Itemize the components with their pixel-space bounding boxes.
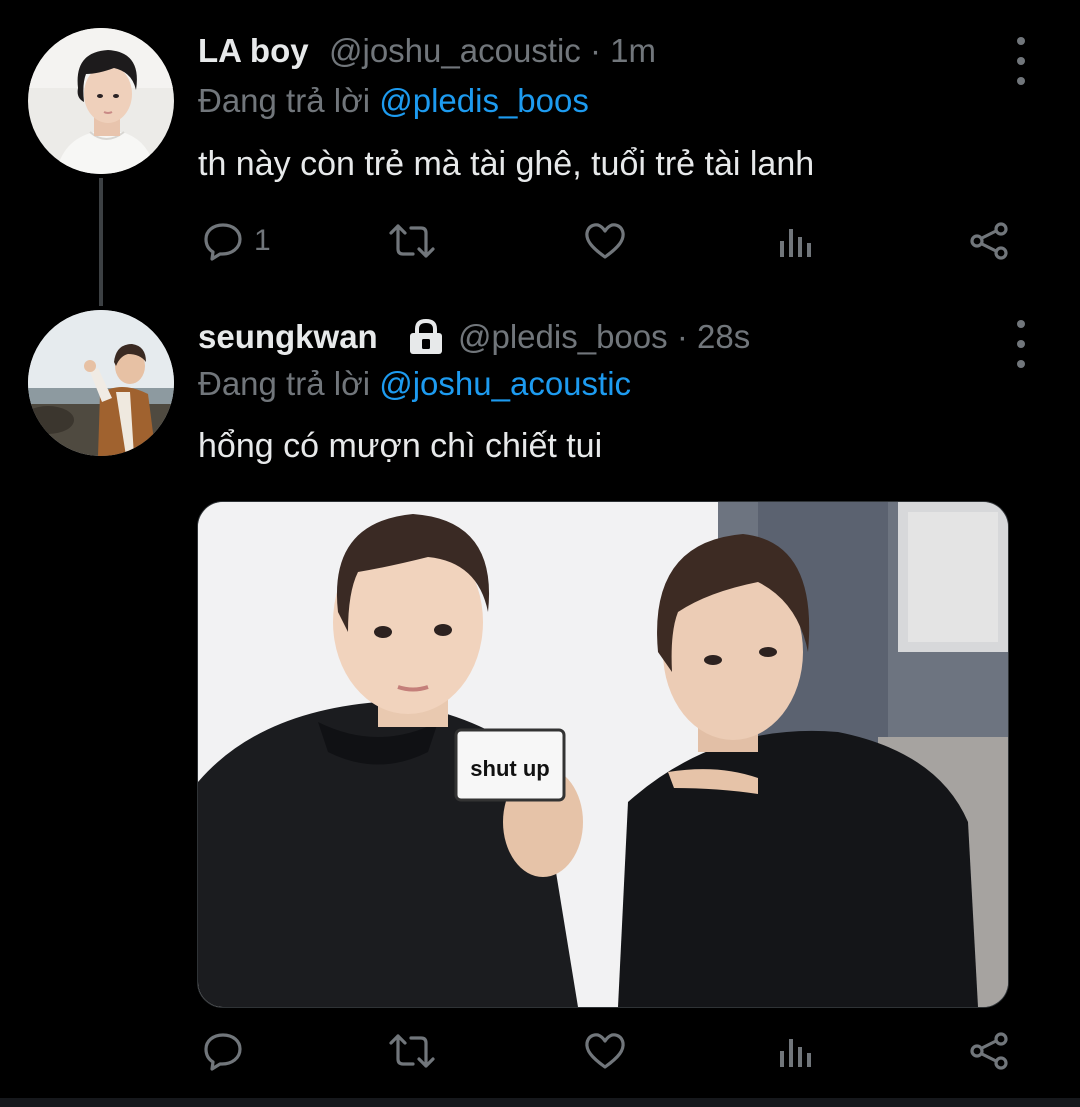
share-icon [970, 222, 1008, 260]
retweet-icon [389, 224, 435, 258]
tweet-media-image[interactable]: shut up [197, 501, 1009, 1008]
user-handle[interactable]: @pledis_boos [458, 318, 668, 355]
reply-button[interactable]: 1 [202, 221, 271, 261]
more-icon[interactable] [1006, 320, 1036, 368]
tweet-text: th này còn trẻ mà tài ghê, tuổi trẻ tài … [198, 145, 815, 183]
reply-count: 1 [254, 224, 271, 257]
media-caption-text: shut up [470, 756, 549, 781]
tweet-text: hổng có mượn chì chiết tui [198, 427, 603, 465]
reply-mention-link[interactable]: @joshu_acoustic [379, 365, 631, 402]
more-icon[interactable] [1006, 37, 1036, 85]
share-icon [970, 1032, 1008, 1070]
retweet-button[interactable] [387, 221, 437, 261]
like-button[interactable] [583, 221, 627, 261]
analytics-icon [780, 229, 811, 257]
meta-separator: · [589, 32, 601, 69]
analytics-icon [780, 1039, 811, 1067]
display-name[interactable]: seungkwan [198, 318, 378, 356]
reply-prefix: Đang trả lời [198, 365, 371, 402]
reply-context: Đang trả lời @pledis_boos [198, 82, 589, 120]
display-name[interactable]: LA boy [198, 32, 309, 70]
reply-context: Đang trả lời @joshu_acoustic [198, 365, 631, 403]
reply-mention-link[interactable]: @pledis_boos [379, 82, 589, 119]
heart-icon [585, 1033, 625, 1069]
views-button[interactable] [777, 1033, 817, 1071]
thread-connector-line [99, 178, 103, 306]
reply-button[interactable] [202, 1031, 244, 1071]
share-button[interactable] [968, 1031, 1010, 1071]
avatar-la-boy[interactable] [28, 28, 174, 174]
retweet-button[interactable] [387, 1031, 437, 1071]
meta-separator: · [676, 318, 688, 355]
tweet-meta: @joshu_acoustic · 1m [329, 32, 656, 70]
lock-icon [406, 318, 446, 361]
tweet-time[interactable]: 1m [610, 32, 656, 69]
views-button[interactable] [777, 223, 817, 261]
reply-prefix: Đang trả lời [198, 82, 371, 119]
reply-icon [204, 223, 242, 261]
bottom-divider [0, 1098, 1080, 1107]
user-handle[interactable]: @joshu_acoustic [329, 32, 581, 69]
share-button[interactable] [968, 221, 1010, 261]
tweet-time[interactable]: 28s [697, 318, 750, 355]
tweet-meta: @pledis_boos · 28s [458, 318, 750, 356]
like-button[interactable] [583, 1031, 627, 1071]
heart-icon [585, 223, 625, 259]
retweet-icon [389, 1034, 435, 1068]
avatar-seungkwan[interactable] [28, 310, 174, 456]
reply-icon [204, 1033, 242, 1071]
